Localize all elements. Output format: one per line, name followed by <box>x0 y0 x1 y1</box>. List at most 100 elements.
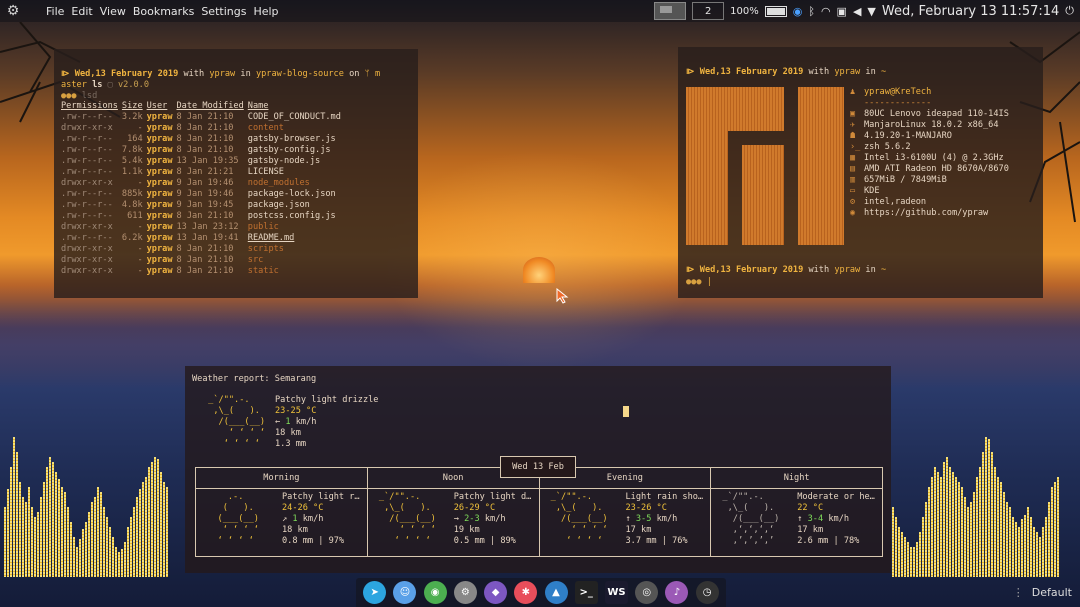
period-values: Moderate or he… 22 °C ↑ 3-4 km/h 17 km 2.6 m… <box>797 492 878 547</box>
network-icon[interactable]: ◠ <box>821 5 831 18</box>
file-permissions: .rw-r--r-- <box>61 233 113 243</box>
ls-row: .rw-r--r-- 4.8k ypraw 9 Jan 19:45 package.js… <box>61 200 345 211</box>
visualizer-bar <box>904 537 906 577</box>
webstorm-icon[interactable]: WS <box>604 581 628 604</box>
file-date: 8 Jan 21:21 <box>176 167 234 177</box>
prompt-user: ypraw <box>209 69 236 79</box>
terminal-icon[interactable]: >_ <box>574 581 598 604</box>
weather-ascii: _`/"".-. ,\_( ). /(___(__) ‘ ‘ ‘ ‘ ‘ ‘ ‘… <box>378 492 436 546</box>
shell-icon: ›_ <box>850 142 861 152</box>
file-name: content <box>247 123 284 133</box>
music-icon[interactable]: ♪ <box>665 581 689 604</box>
vscode-icon[interactable]: ◆ <box>484 581 508 604</box>
file-date: 8 Jan 21:10 <box>176 255 234 265</box>
visualizer-bar <box>1054 482 1056 577</box>
col-user: User <box>146 101 168 111</box>
visualizer-bar <box>922 517 924 577</box>
forecast-table: Morning .-. ( ). (___(__) ‘ ‘ ‘ ‘ ‘ ‘ ‘ … <box>195 467 883 557</box>
wind-arrow-icon: ← <box>275 417 281 427</box>
prompt-arrow-icon: ⧐ <box>686 67 700 77</box>
input-line[interactable]: ●●● | <box>686 277 712 288</box>
dots-icon: ●●● <box>61 91 77 101</box>
info-line: ▭ KDE <box>850 186 1040 197</box>
settings-icon[interactable]: ⚙ <box>453 581 477 604</box>
menu-bookmarks[interactable]: Bookmarks <box>133 5 194 18</box>
visualizer-bar <box>118 552 120 577</box>
clock[interactable]: Wed, February 13 11:57:14 <box>882 4 1059 19</box>
driver-icon: ⚙ <box>850 197 856 207</box>
info-text: 657MiB / 7849MiB <box>864 175 947 185</box>
volume-icon[interactable]: ◀ <box>853 5 861 18</box>
opera-icon[interactable]: ◎ <box>635 581 659 604</box>
visualizer-bar <box>997 477 999 577</box>
visualizer-bar <box>898 527 900 577</box>
file-owner: ypraw <box>146 233 173 243</box>
visualizer-bar <box>76 547 78 577</box>
file-owner: ypraw <box>146 134 173 144</box>
period-temp: 24-26 °C <box>282 503 324 513</box>
clock-icon[interactable]: ◷ <box>695 581 719 604</box>
info-text: https://github.com/ypraw <box>864 208 989 218</box>
forecast-morning: Morning .-. ( ). (___(__) ‘ ‘ ‘ ‘ ‘ ‘ ‘ … <box>196 468 368 556</box>
file-owner: ypraw <box>146 244 173 254</box>
file-permissions: drwxr-xr-x <box>61 244 113 254</box>
visualizer-bar <box>97 487 99 577</box>
desktop-pager-2[interactable]: 2 <box>692 2 725 20</box>
terminal-neofetch[interactable]: ⧐ Wed,13 February 2019 with ypraw in ~ ♟… <box>678 47 1043 298</box>
prompt-dir: ~ <box>880 265 887 275</box>
sun <box>523 257 555 283</box>
chevron-down-icon[interactable]: ▼ <box>867 5 875 18</box>
xmind-icon[interactable]: ✱ <box>514 581 538 604</box>
info-line: ⚙ intel,radeon <box>850 197 1040 208</box>
file-name: src <box>247 255 264 265</box>
visualizer-bar <box>1051 487 1053 577</box>
visualizer-bar <box>928 487 930 577</box>
chrome-icon[interactable]: ◉ <box>423 581 447 604</box>
desktop-pager-1[interactable] <box>654 2 687 20</box>
menu-settings[interactable]: Settings <box>201 5 246 18</box>
telegram-icon[interactable]: ➤ <box>363 581 387 604</box>
app-launcher-icon[interactable]: ⚙ <box>2 0 24 22</box>
power-icon[interactable]: ⏻ <box>1065 4 1074 18</box>
terminal-lsd[interactable]: ⧐ Wed,13 February 2019 with ypraw in ypr… <box>54 49 418 298</box>
file-permissions: drwxr-xr-x <box>61 123 113 133</box>
git-branch-icon: ᛘ <box>364 69 370 79</box>
menu-help[interactable]: Help <box>253 5 278 18</box>
forecast-evening: Evening _`/"".-. ,\_( ). /(___(__) ‘ ‘ ‘… <box>539 468 712 556</box>
terminal-weather[interactable]: Weather report: Semarang _`/"".-. ,\_( )… <box>185 366 891 573</box>
visualizer-bar <box>46 467 48 577</box>
prompt-line: ⧐ Wed,13 February 2019 with ypraw in ypr… <box>61 69 380 80</box>
file-date: 13 Jan 23:12 <box>176 222 239 232</box>
menu-view[interactable]: View <box>100 5 126 18</box>
visualizer-bar <box>925 502 927 577</box>
visualizer-bar <box>91 502 93 577</box>
file-owner: ypraw <box>146 123 173 133</box>
visualizer-bar <box>955 477 957 577</box>
prompt-with: with <box>808 67 830 77</box>
separator: ------------- <box>864 98 932 108</box>
visualizer-bar <box>142 482 144 577</box>
ls-row: .rw-r--r-- 6.2k ypraw 13 Jan 19:41 README.md <box>61 233 345 244</box>
audio-visualizer-right <box>892 437 1059 577</box>
visualizer-bar <box>949 467 951 577</box>
finder-icon[interactable]: ☺ <box>393 581 417 604</box>
battery-icon[interactable] <box>764 5 787 17</box>
activity-switcher[interactable]: ⋮ Default <box>1013 586 1072 599</box>
period-temp: 26-29 °C <box>453 503 496 513</box>
prompt-in: in <box>240 69 251 79</box>
clipboard-icon[interactable]: ▣ <box>837 5 847 18</box>
visualizer-bar <box>979 467 981 577</box>
bluetooth-icon[interactable]: ᛒ <box>808 5 815 18</box>
visualizer-bar <box>952 472 954 577</box>
current-precip: 1.3 mm <box>275 439 307 449</box>
update-icon[interactable]: ◉ <box>793 5 803 18</box>
userhost-line: ♟ ypraw@KreTech <box>850 87 1040 98</box>
file-name: static <box>247 266 279 276</box>
period-wind: ↑ 3-5 km/h <box>626 514 707 525</box>
manjaro-logo <box>686 87 844 245</box>
inkscape-icon[interactable]: ▲ <box>544 581 568 604</box>
menu-file[interactable]: File <box>46 5 64 18</box>
menu-edit[interactable]: Edit <box>71 5 92 18</box>
desktop-icon: ▭ <box>850 186 856 196</box>
period-condition: Patchy light r… <box>282 492 360 502</box>
